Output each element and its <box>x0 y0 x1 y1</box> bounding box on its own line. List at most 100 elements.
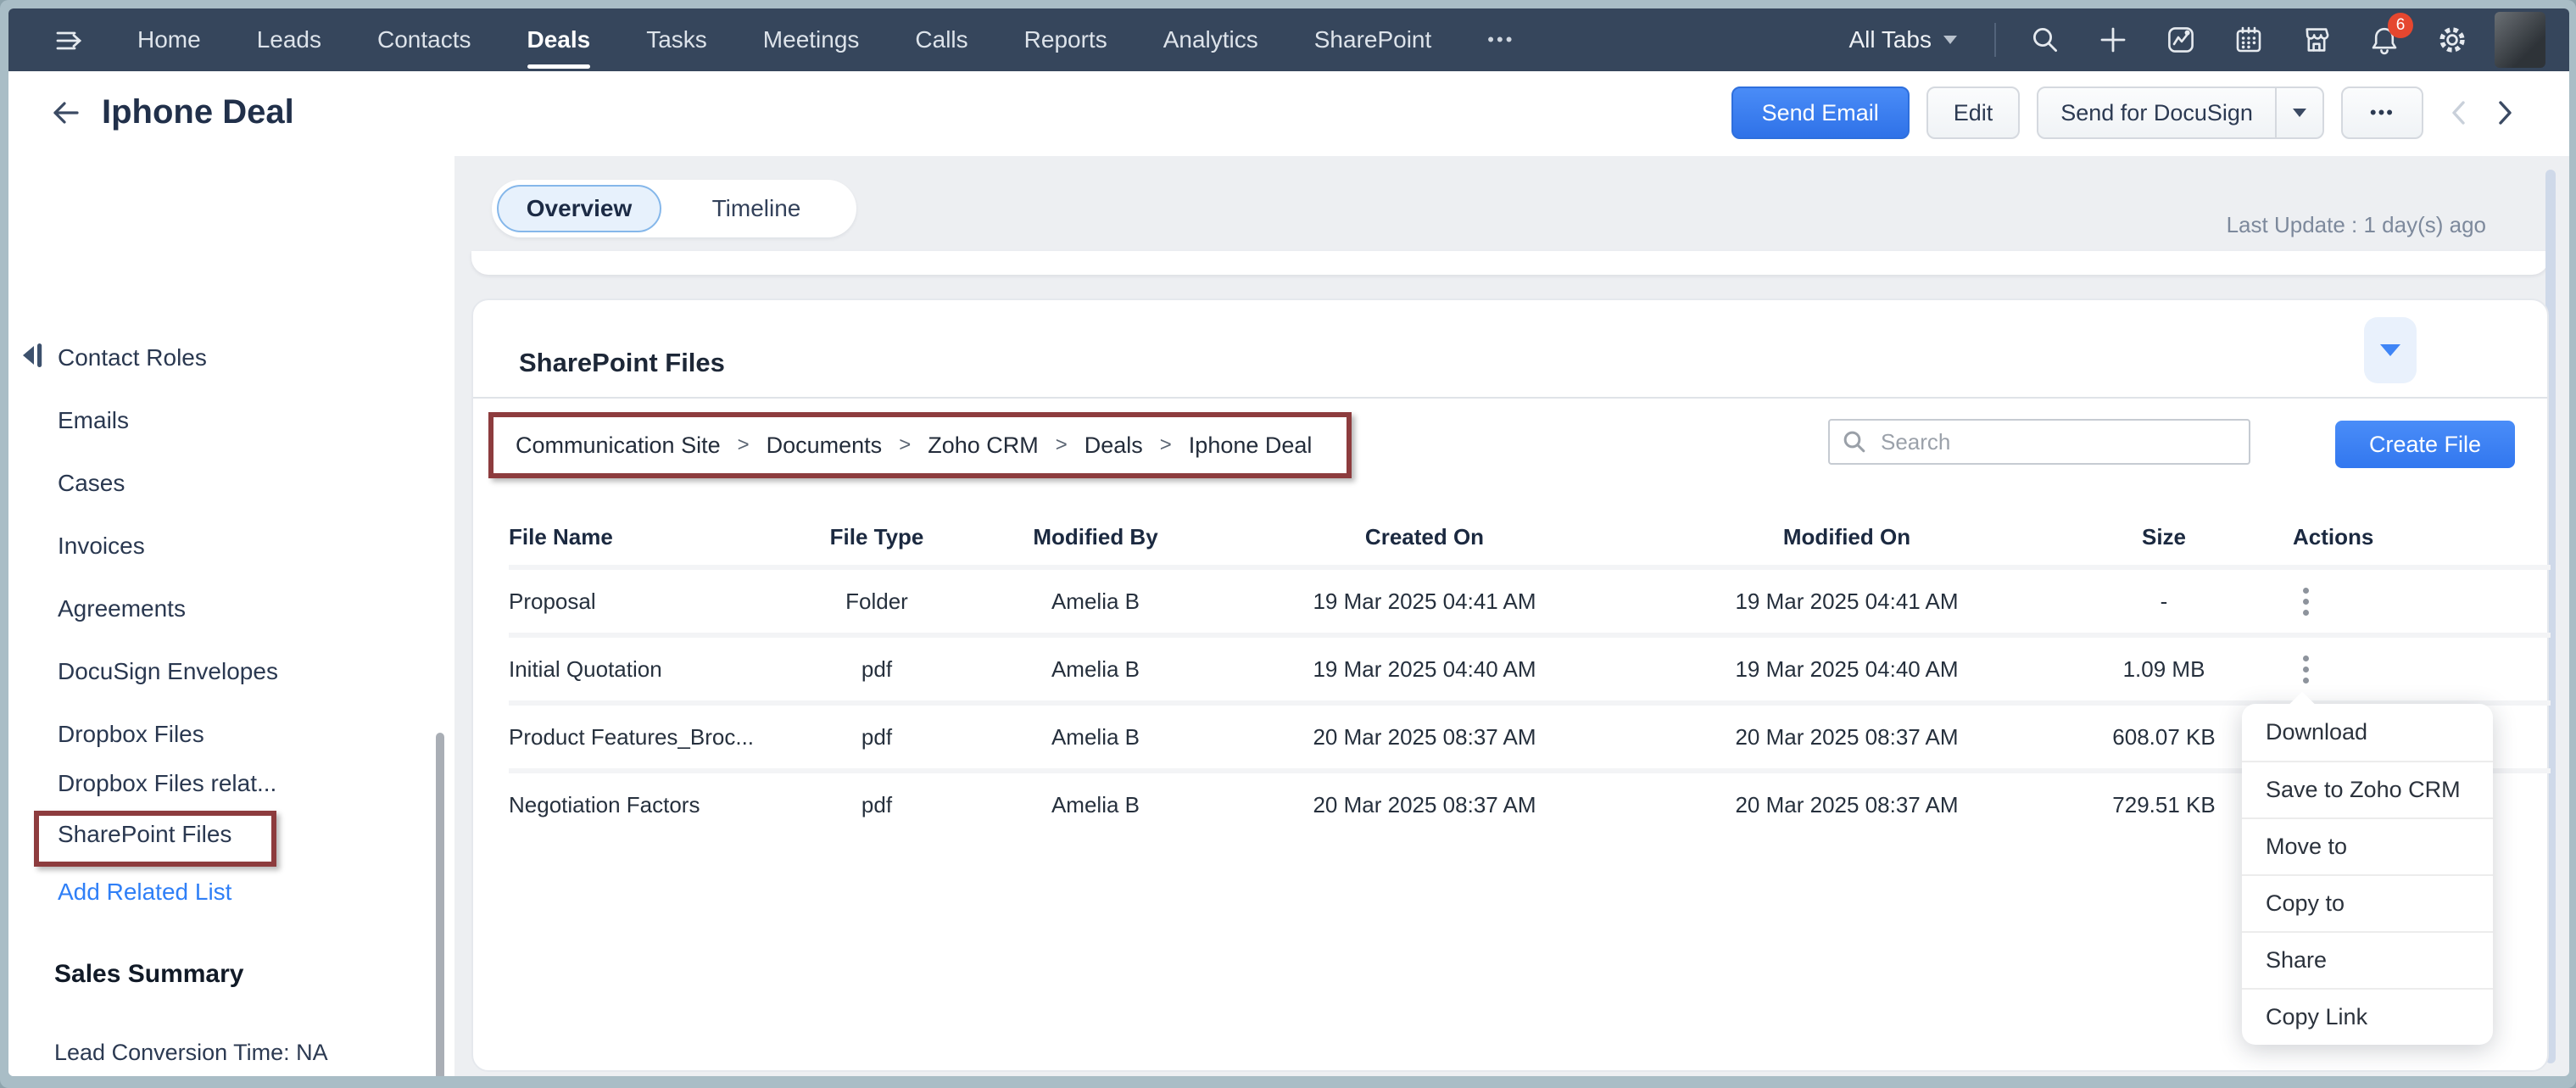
breadcrumb-zoho-crm[interactable]: Zoho CRM <box>928 432 1039 459</box>
modified-by: Amelia B <box>956 792 1235 818</box>
more-actions-button[interactable]: ••• <box>2341 86 2423 139</box>
breadcrumb: Communication Site > Documents > Zoho CR… <box>488 412 1352 478</box>
breadcrumb-separator: > <box>1160 433 1172 457</box>
window-frame: Home Leads Contacts Deals Tasks Meetings… <box>0 0 2576 1088</box>
nav-item-meetings[interactable]: Meetings <box>763 26 860 53</box>
chevron-down-icon <box>2293 109 2306 117</box>
sidebar-item-contact-roles[interactable]: Contact Roles <box>58 344 207 371</box>
col-modified-by: Modified By <box>956 524 1235 550</box>
file-name[interactable]: Negotiation Factors <box>509 792 797 818</box>
lead-conversion-time: Lead Conversion Time: NA <box>54 1033 407 1072</box>
sidebar-item-invoices[interactable]: Invoices <box>58 533 145 560</box>
created-on: 19 Mar 2025 04:40 AM <box>1235 656 1614 683</box>
menu-item-save-to-zoho-crm[interactable]: Save to Zoho CRM <box>2242 761 2493 817</box>
last-update-text: Last Update : 1 day(s) ago <box>2227 212 2486 238</box>
table-row[interactable]: Proposal Folder Amelia B 19 Mar 2025 04:… <box>509 565 2551 633</box>
calendar-icon[interactable] <box>2233 25 2264 55</box>
next-record-icon[interactable] <box>2495 99 2515 126</box>
settings-gear-icon[interactable] <box>2437 25 2467 55</box>
tab-overview[interactable]: Overview <box>497 185 661 232</box>
sales-summary-title: Sales Summary <box>54 960 243 989</box>
breadcrumb-documents[interactable]: Documents <box>767 432 883 459</box>
row-actions-kebab-icon[interactable] <box>2298 583 2315 621</box>
marketplace-icon[interactable] <box>2301 25 2332 55</box>
file-name[interactable]: Initial Quotation <box>509 656 797 683</box>
nav-item-reports[interactable]: Reports <box>1024 26 1107 53</box>
sidebar-item-emails[interactable]: Emails <box>58 407 129 434</box>
sharepoint-files-annotation-box <box>34 811 276 867</box>
menu-item-download[interactable]: Download <box>2242 704 2493 761</box>
record-header: Iphone Deal Send Email Edit Send for Doc… <box>8 71 2569 156</box>
menu-item-copy-link[interactable]: Copy Link <box>2242 988 2493 1045</box>
sidebar-item-docusign-envelopes[interactable]: DocuSign Envelopes <box>58 658 278 685</box>
sidebar-collapse-icon[interactable] <box>20 341 44 370</box>
tab-timeline[interactable]: Timeline <box>661 185 851 232</box>
sidebar-item-dropbox-files-related[interactable]: Dropbox Files relat... <box>58 770 276 797</box>
file-size: 608.07 KB <box>2079 724 2249 750</box>
col-file-name: File Name <box>509 524 797 550</box>
file-name[interactable]: Proposal <box>509 589 797 615</box>
breadcrumb-separator: > <box>1056 433 1068 457</box>
nav-more-button[interactable]: ••• <box>1487 29 1514 51</box>
nav-item-analytics[interactable]: Analytics <box>1163 26 1258 53</box>
nav-right: All Tabs <box>1848 8 2545 71</box>
all-tabs-dropdown[interactable]: All Tabs <box>1848 26 1957 53</box>
nav-item-leads[interactable]: Leads <box>257 26 321 53</box>
breadcrumb-separator: > <box>738 433 750 457</box>
created-on: 20 Mar 2025 08:37 AM <box>1235 724 1614 750</box>
breadcrumb-iphone-deal[interactable]: Iphone Deal <box>1189 432 1313 459</box>
modified-by: Amelia B <box>956 589 1235 615</box>
nav-item-home[interactable]: Home <box>137 26 201 53</box>
file-type: pdf <box>797 656 956 683</box>
collapse-section-button[interactable] <box>2364 317 2417 383</box>
previous-card-bottom <box>471 251 2549 275</box>
table-row[interactable]: Initial Quotation pdf Amelia B 19 Mar 20… <box>509 633 2551 700</box>
notifications-bell-icon[interactable]: 6 <box>2369 25 2400 55</box>
edit-button[interactable]: Edit <box>1926 86 2021 139</box>
nav-item-calls[interactable]: Calls <box>915 26 967 53</box>
sidebar-item-dropbox-files[interactable]: Dropbox Files <box>58 721 204 748</box>
user-avatar[interactable] <box>2495 12 2545 68</box>
modified-on: 19 Mar 2025 04:41 AM <box>1614 589 2079 615</box>
created-on: 19 Mar 2025 04:41 AM <box>1235 589 1614 615</box>
search-input[interactable] <box>1877 427 2237 457</box>
modified-on: 20 Mar 2025 08:37 AM <box>1614 792 2079 818</box>
nav-collapse-icon[interactable] <box>54 25 85 56</box>
col-created-on: Created On <box>1235 524 1614 550</box>
docusign-dropdown-toggle[interactable] <box>2275 88 2322 137</box>
nav-item-tasks[interactable]: Tasks <box>646 26 707 53</box>
nav-item-deals[interactable]: Deals <box>527 26 591 53</box>
create-file-button[interactable]: Create File <box>2335 421 2515 468</box>
signals-icon[interactable] <box>2166 25 2196 55</box>
search-icon[interactable] <box>2030 25 2060 55</box>
menu-item-move-to[interactable]: Move to <box>2242 817 2493 874</box>
back-arrow-icon[interactable] <box>49 97 81 129</box>
menu-item-share[interactable]: Share <box>2242 931 2493 988</box>
add-related-list-link[interactable]: Add Related List <box>58 879 231 906</box>
search-icon <box>1842 429 1867 455</box>
file-size: - <box>2079 589 2249 615</box>
file-size: 729.51 KB <box>2079 792 2249 818</box>
send-for-docusign-button[interactable]: Send for DocuSign <box>2037 86 2324 139</box>
nav-item-contacts[interactable]: Contacts <box>377 26 471 53</box>
nav-item-sharepoint[interactable]: SharePoint <box>1314 26 1432 53</box>
sidebar-item-cases[interactable]: Cases <box>58 470 125 497</box>
sidebar-item-agreements[interactable]: Agreements <box>58 595 186 622</box>
add-icon[interactable] <box>2098 25 2128 55</box>
header-actions: Send Email Edit Send for DocuSign ••• <box>1731 86 2515 139</box>
all-tabs-label: All Tabs <box>1848 26 1932 53</box>
card-divider <box>473 397 2547 399</box>
previous-record-icon[interactable] <box>2449 99 2469 126</box>
file-name[interactable]: Product Features_Broc... <box>509 724 797 750</box>
breadcrumb-communication-site[interactable]: Communication Site <box>516 432 721 459</box>
breadcrumb-deals[interactable]: Deals <box>1084 432 1143 459</box>
sidebar-scrollbar[interactable] <box>436 733 444 1076</box>
row-actions-kebab-icon[interactable] <box>2298 650 2315 689</box>
send-email-button[interactable]: Send Email <box>1731 86 1910 139</box>
modified-by: Amelia B <box>956 724 1235 750</box>
nav-divider <box>1994 23 1996 57</box>
menu-item-copy-to[interactable]: Copy to <box>2242 874 2493 931</box>
nav-icons: 6 <box>2030 25 2467 55</box>
section-title: SharePoint Files <box>519 348 725 378</box>
created-on: 20 Mar 2025 08:37 AM <box>1235 792 1614 818</box>
